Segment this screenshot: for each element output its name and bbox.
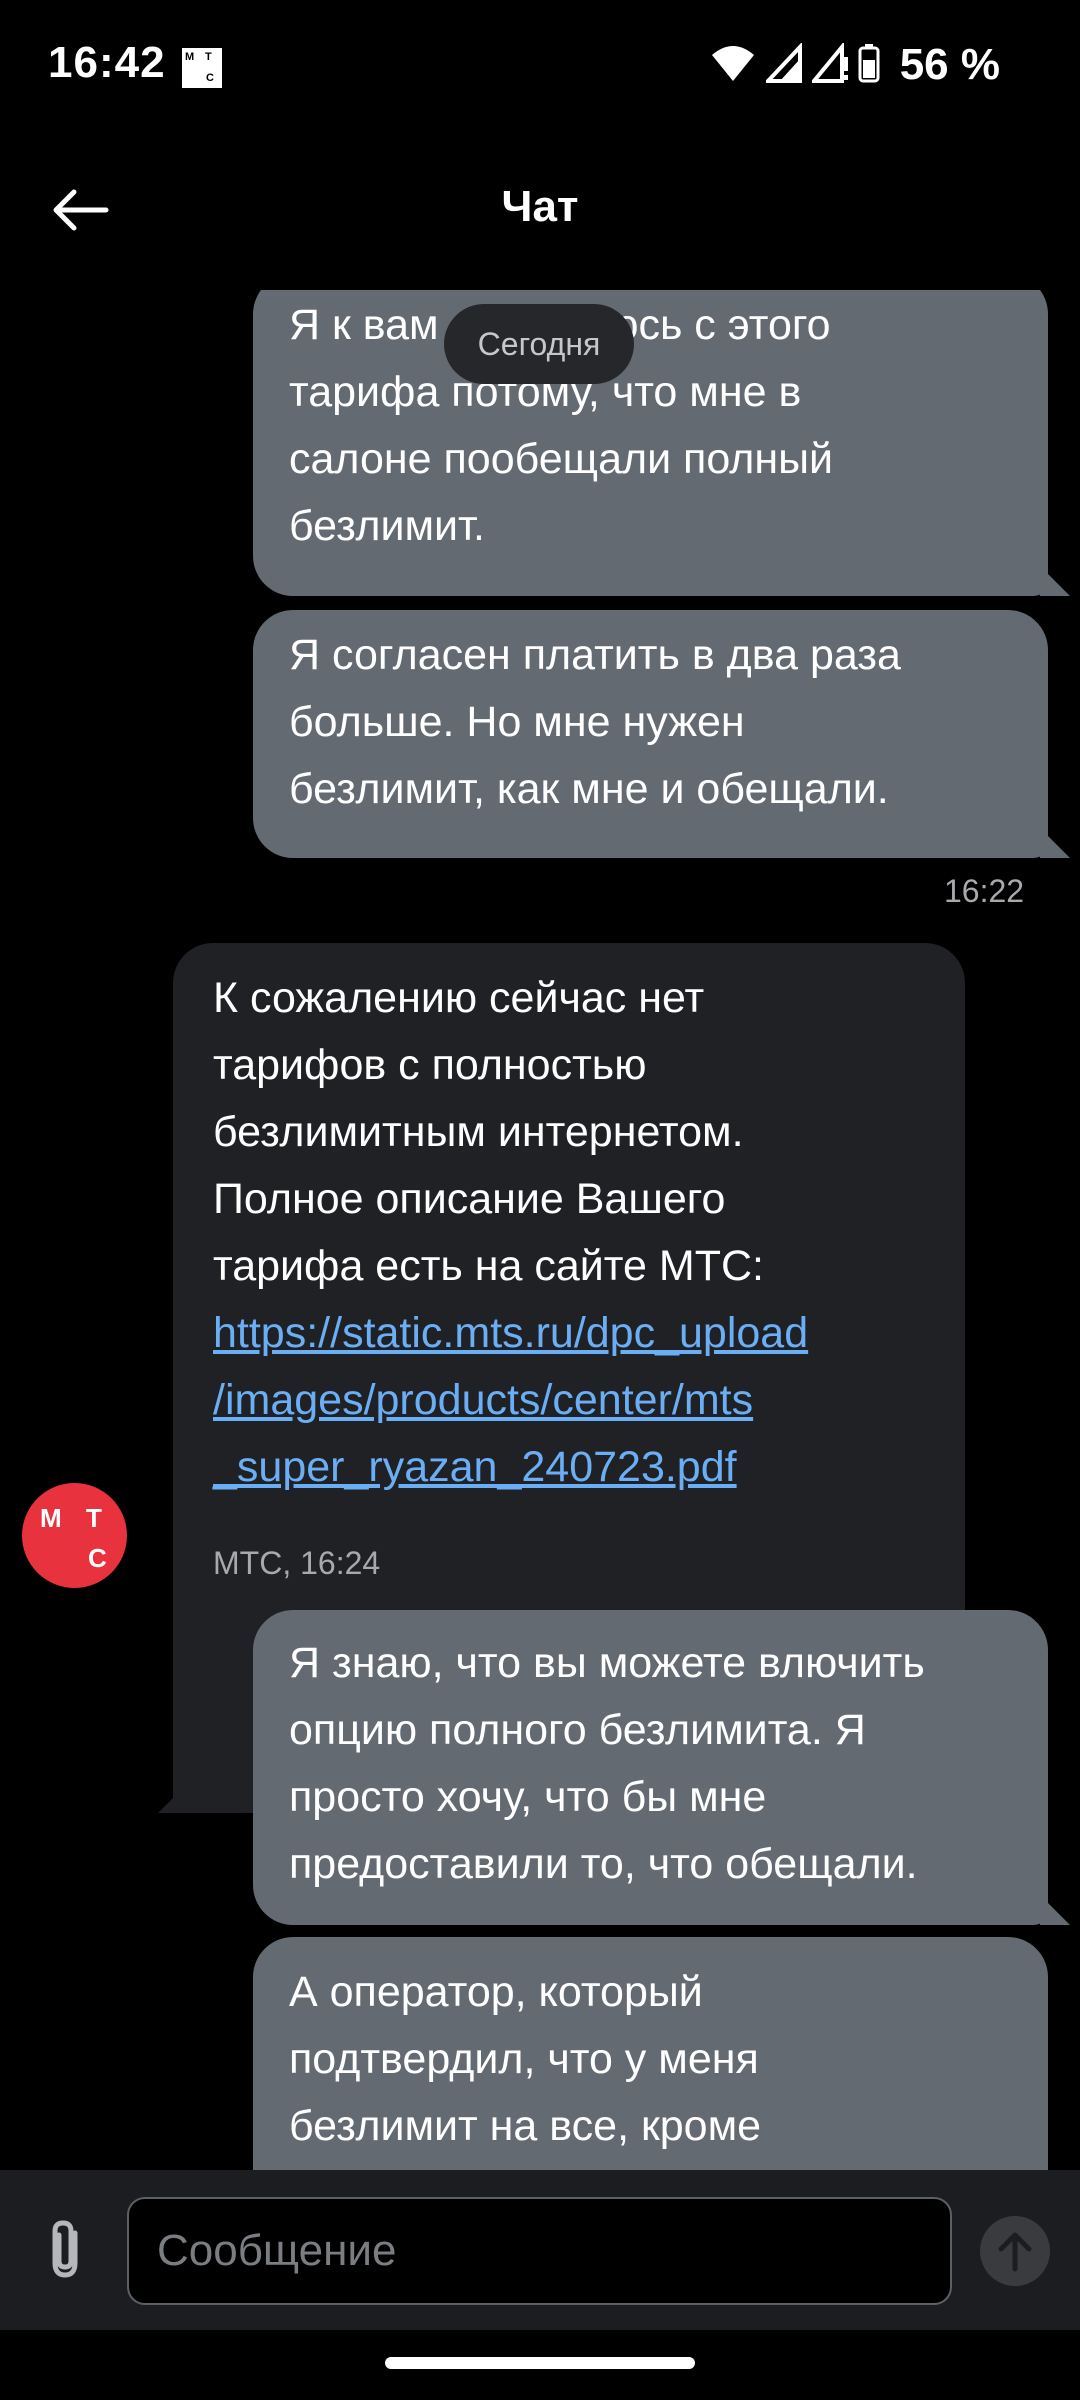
status-bar: 16:42 М Т С 56 % bbox=[0, 0, 1080, 130]
message-line: безлимит. bbox=[289, 502, 485, 550]
bubble-tail bbox=[1040, 566, 1070, 596]
message-input[interactable] bbox=[127, 2197, 952, 2305]
home-indicator[interactable] bbox=[385, 2357, 695, 2369]
bubble-tail bbox=[1040, 1895, 1070, 1925]
message-line: А оператор, который bbox=[289, 1968, 703, 2016]
bubble-tail bbox=[1040, 828, 1070, 858]
status-icons: 56 % bbox=[710, 40, 1000, 90]
outgoing-message[interactable]: А оператор, который подтвердил, что у ме… bbox=[253, 1937, 1048, 2170]
message-link[interactable]: /images/products/center/mts bbox=[213, 1367, 929, 1434]
message-line: безлимит на все, кроме bbox=[289, 2102, 762, 2150]
message-sender-time: МТС, 16:24 bbox=[213, 1545, 381, 1581]
avatar[interactable]: М Т С bbox=[22, 1483, 127, 1588]
signal-icon bbox=[763, 41, 802, 88]
message-line: просто хочу, что бы мне bbox=[289, 1773, 767, 1821]
message-line: тарифов с полностью bbox=[213, 1041, 647, 1089]
message-link[interactable]: _super_ryazan_240723.pdf bbox=[213, 1434, 929, 1501]
message-link[interactable]: https://static.mts.ru/dpc_upload bbox=[213, 1300, 929, 1367]
message-line: предоставили то, что обещали. bbox=[289, 1840, 918, 1888]
signal-no-data-icon bbox=[809, 40, 848, 88]
message-line: тарифа есть на сайте МТС: bbox=[213, 1242, 764, 1290]
chat-list[interactable]: Я к вам обращаюсь с этого тарифа потому,… bbox=[0, 290, 1080, 2170]
attach-button[interactable] bbox=[30, 2215, 100, 2285]
message-line: К сожалению сейчас нет bbox=[213, 974, 705, 1022]
status-time: 16:42 bbox=[48, 38, 166, 87]
message-composer bbox=[0, 2170, 1080, 2330]
message-line: Я согласен платить в два раза bbox=[289, 631, 901, 679]
date-separator: Сегодня bbox=[444, 304, 634, 384]
page-title: Чат bbox=[501, 182, 579, 231]
message-line: опцию полного безлимита. Я bbox=[289, 1706, 866, 1754]
outgoing-message[interactable]: Я знаю, что вы можете влючить опцию полн… bbox=[253, 1610, 1048, 1925]
outgoing-message[interactable]: Я к вам обращаюсь с этого тарифа потому,… bbox=[253, 290, 1048, 596]
message-line: подтвердил, что у меня bbox=[289, 2035, 759, 2083]
send-button[interactable] bbox=[980, 2216, 1050, 2286]
message-line: безлимит, как мне и обещали. bbox=[289, 765, 889, 813]
outgoing-message[interactable]: Я согласен платить в два раза больше. Но… bbox=[253, 610, 1048, 858]
battery-level: 56 % bbox=[899, 40, 1000, 89]
carrier-logo-icon: М Т С bbox=[182, 48, 222, 88]
top-app-bar: Чат bbox=[0, 150, 1080, 270]
message-line: Полное описание Вашего bbox=[213, 1175, 726, 1223]
paperclip-icon bbox=[52, 2220, 78, 2278]
wifi-icon bbox=[710, 43, 756, 88]
message-line: салоне пообещали полный bbox=[289, 435, 834, 483]
message-line: Я знаю, что вы можете влючить bbox=[289, 1639, 925, 1687]
arrow-up-icon bbox=[998, 2232, 1032, 2272]
message-time: 16:22 bbox=[944, 873, 1025, 909]
message-line: тарифа потому, что мне в bbox=[289, 368, 802, 416]
battery-icon bbox=[858, 43, 880, 88]
message-line: больше. Но мне нужен bbox=[289, 698, 745, 746]
message-line: Я к вам обращаюсь с этого bbox=[289, 301, 831, 349]
message-line: безлимитным интернетом. bbox=[213, 1108, 744, 1156]
